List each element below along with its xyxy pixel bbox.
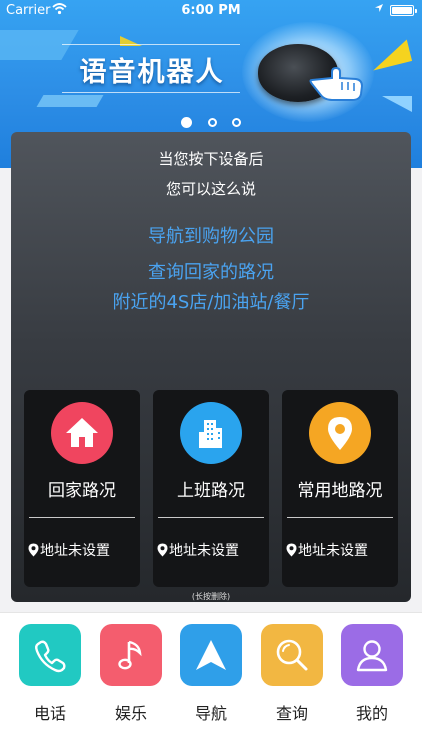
location-arrow-icon [375,4,383,12]
page-dot[interactable] [207,118,217,127]
tab-label: 查询 [275,704,308,723]
divider [29,517,135,518]
tab-phone[interactable]: 电话 [19,624,81,724]
map-pin-icon [28,543,39,557]
music-note-icon[interactable] [100,624,162,686]
office-building-icon [180,402,242,464]
banner-title-line [62,92,240,93]
address-status[interactable]: 地址未设置 [28,540,140,560]
bottom-tab-bar: 电话 娱乐 导航 查询 我的 [0,612,422,750]
tab-entertainment[interactable]: 娱乐 [100,624,162,724]
example-command: 附近的4S店/加油站/餐厅 [112,292,310,313]
work-traffic-card[interactable]: 上班路况 地址未设置 [153,390,269,587]
page-dot-active[interactable] [181,117,193,128]
phone-icon[interactable] [19,624,81,686]
card-label: 常用地路况 [297,481,383,501]
hint-text: 您可以这么说 [165,180,256,198]
card-label: 回家路况 [48,481,116,501]
user-icon[interactable] [341,624,403,686]
banner-page-indicator[interactable] [0,112,422,128]
tab-navigation[interactable]: 导航 [180,624,242,724]
home-icon [51,402,113,464]
navigation-arrow-icon[interactable] [180,624,242,686]
map-pin-icon [157,543,168,557]
tab-label: 娱乐 [114,704,147,723]
long-press-delete-note: (长按删除) [191,592,231,601]
hint-text: 当您按下设备后 [158,150,264,168]
address-status[interactable]: 地址未设置 [157,540,269,560]
tab-label: 电话 [33,704,66,723]
clock: 6:00 PM [181,3,241,18]
battery-icon [390,5,417,16]
card-label: 上班路况 [177,481,245,501]
home-traffic-card[interactable]: 回家路况 地址未设置 [24,390,140,587]
address-text: 地址未设置 [40,543,110,559]
tab-label: 我的 [355,704,388,723]
banner-title: 语音机器人 [79,57,225,88]
frequent-place-traffic-card[interactable]: 常用地路况 地址未设置 [282,390,398,587]
map-pin-icon [286,543,297,557]
location-pin-icon [309,402,371,464]
page-dot[interactable] [231,118,241,127]
example-command: 导航到购物公园 [148,226,274,247]
tab-label: 导航 [194,704,227,723]
divider [287,517,393,518]
banner-decoration [382,96,412,112]
tab-search[interactable]: 查询 [261,624,323,724]
address-text: 地址未设置 [169,543,239,559]
banner-decoration [36,95,104,107]
address-text: 地址未设置 [298,543,368,559]
banner-title-line [62,44,240,45]
search-icon[interactable] [261,624,323,686]
pointing-hand-icon [309,66,364,101]
voice-command-panel: 当您按下设备后 您可以这么说 导航到购物公园 查询回家的路况 附近的4S店/加油… [11,132,411,602]
tab-profile[interactable]: 我的 [341,624,403,724]
banner-decoration [367,39,413,71]
divider [158,517,264,518]
example-command: 查询回家的路况 [148,262,274,283]
address-status[interactable]: 地址未设置 [286,540,398,560]
status-bar: Carrier 6:00 PM [0,0,422,22]
